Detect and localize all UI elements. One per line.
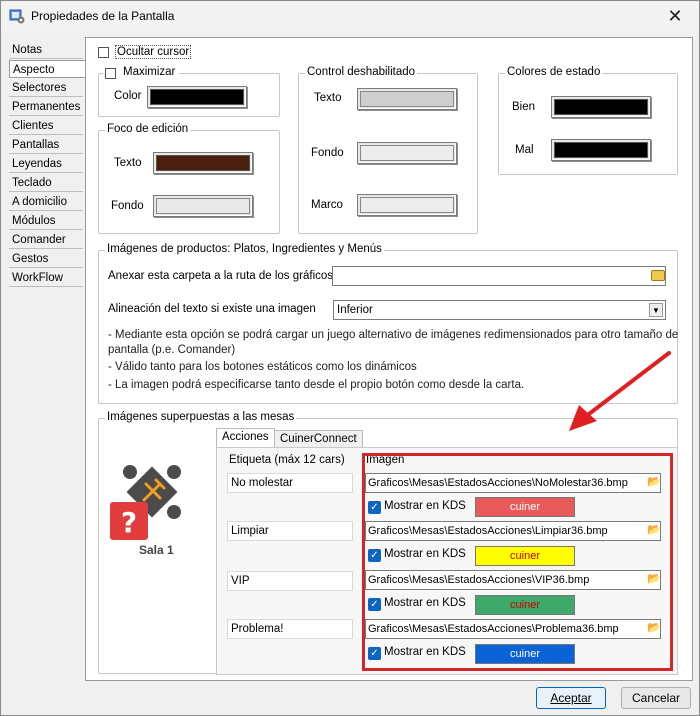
anexar-carpeta-label: Anexar esta carpeta a la ruta de los grá… xyxy=(108,270,334,282)
sidebar-item-clientes[interactable]: Clientes xyxy=(9,117,83,135)
cd-fondo-label: Fondo xyxy=(311,147,344,159)
red-highlight-box xyxy=(362,453,673,671)
sidebar-item-permanentes[interactable]: Permanentes xyxy=(9,98,83,116)
ocultar-cursor-label: Ocultar cursor xyxy=(115,45,192,59)
col-etiqueta-header: Etiqueta (máx 12 cars) xyxy=(229,454,345,466)
cd-fondo-swatch[interactable] xyxy=(357,142,457,164)
note-3: - La imagen podrá especificarse tanto de… xyxy=(108,379,525,391)
sidebar-item-aspecto[interactable]: Aspecto xyxy=(9,60,86,78)
foco-texto-swatch[interactable] xyxy=(153,152,253,174)
cd-marco-swatch[interactable] xyxy=(357,194,457,216)
foco-fondo-label: Fondo xyxy=(111,200,144,212)
note-2: - Válido tanto para los botones estático… xyxy=(108,361,417,373)
sidebar-item-teclado[interactable]: Teclado xyxy=(9,174,83,192)
folder-icon[interactable] xyxy=(651,270,665,281)
anexar-carpeta-input[interactable] xyxy=(332,266,666,286)
sidebar-item-comander[interactable]: Comander xyxy=(9,231,83,249)
cancelar-button[interactable]: Cancelar xyxy=(621,687,691,709)
sidebar-item-workflow[interactable]: WorkFlow xyxy=(9,269,83,287)
maximizar-color-swatch[interactable] xyxy=(147,86,247,108)
mal-color-swatch[interactable] xyxy=(551,139,651,161)
app-icon xyxy=(9,9,25,24)
svg-text:?: ? xyxy=(121,506,137,539)
imagenes-productos-legend: Imágenes de productos: Platos, Ingredien… xyxy=(105,243,384,255)
chevron-down-icon[interactable]: ▼ xyxy=(649,303,663,317)
table-preview-icon: ? xyxy=(110,465,181,540)
red-arrow-annotation xyxy=(569,351,671,431)
mal-label: Mal xyxy=(515,144,534,156)
title-bar: Propiedades de la Pantalla ✕ xyxy=(1,1,699,31)
ocultar-cursor-checkbox[interactable] xyxy=(98,47,109,58)
etiqueta-field[interactable]: Limpiar xyxy=(227,521,353,541)
sidebar-item-gestos[interactable]: Gestos xyxy=(9,250,83,268)
tab-acciones[interactable]: Acciones xyxy=(216,428,275,449)
sidebar-item-leyendas[interactable]: Leyendas xyxy=(9,155,83,173)
etiqueta-field[interactable]: VIP xyxy=(227,571,353,591)
control-deshabilitado-legend: Control deshabilitado xyxy=(305,66,418,78)
sidebar-item-selectores[interactable]: Selectores xyxy=(9,79,83,97)
sidebar-item-modulos[interactable]: Módulos xyxy=(9,212,83,230)
bien-label: Bien xyxy=(512,101,536,113)
aceptar-button[interactable]: Aceptar xyxy=(536,687,606,709)
table-preview-label: Sala 1 xyxy=(139,543,174,557)
properties-window: Propiedades de la Pantalla ✕ Notas Aspec… xyxy=(0,0,700,716)
sidebar-item-notas[interactable]: Notas xyxy=(9,41,83,59)
alineacion-select[interactable]: Inferior ▼ xyxy=(333,300,666,320)
cancelar-label: Cancelar xyxy=(631,691,681,705)
cd-texto-swatch[interactable] xyxy=(357,88,457,110)
note-1b: pantalla (p.e. Comander) xyxy=(108,344,236,356)
aceptar-label: Aceptar xyxy=(550,691,592,705)
note-1: - Mediante esta opción se podrá cargar u… xyxy=(108,329,679,341)
maximizar-checkbox[interactable] xyxy=(105,68,116,79)
foco-edicion-group: Foco de edición xyxy=(98,123,280,234)
sidebar-item-a-domicilio[interactable]: A domicilio xyxy=(9,193,83,211)
alineacion-value: Inferior xyxy=(337,304,373,316)
foco-texto-label: Texto xyxy=(114,157,142,169)
sidebar-item-pantallas[interactable]: Pantallas xyxy=(9,136,83,154)
etiqueta-field[interactable]: No molestar xyxy=(227,473,353,493)
etiqueta-field[interactable]: Problema! xyxy=(227,619,353,639)
maximizar-legend: Maximizar xyxy=(123,66,176,78)
foco-fondo-swatch[interactable] xyxy=(153,195,253,217)
colores-estado-legend: Colores de estado xyxy=(505,66,603,78)
window-title: Propiedades de la Pantalla xyxy=(31,9,175,23)
cd-texto-label: Texto xyxy=(314,92,342,104)
cd-marco-label: Marco xyxy=(311,199,343,211)
bien-color-swatch[interactable] xyxy=(551,96,651,118)
close-icon[interactable]: ✕ xyxy=(655,3,695,29)
sidebar: Notas Aspecto Selectores Permanentes Cli… xyxy=(9,41,86,681)
maximizar-color-label: Color xyxy=(114,90,142,102)
foco-edicion-legend: Foco de edición xyxy=(105,123,191,135)
alineacion-label: Alineación del texto si existe una image… xyxy=(108,303,316,315)
imagenes-mesas-legend: Imágenes superpuestas a las mesas xyxy=(105,411,297,423)
